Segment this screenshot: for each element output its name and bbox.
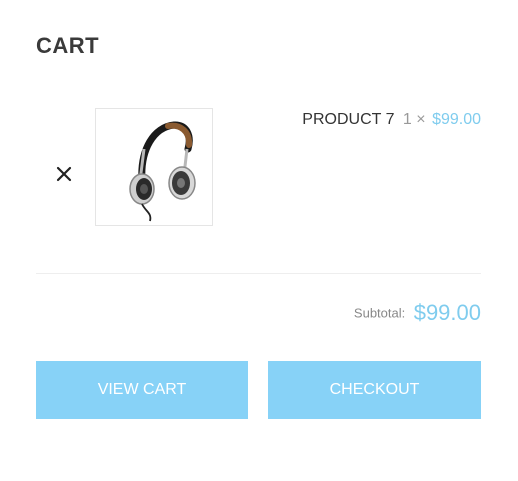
subtotal-label: Subtotal: xyxy=(353,305,406,321)
subtotal: Subtotal: $99.00 xyxy=(354,300,481,326)
close-icon xyxy=(56,166,72,182)
view-cart-button[interactable]: VIEW CART xyxy=(36,361,248,419)
subtotal-value: $99.00 xyxy=(413,300,481,325)
divider xyxy=(36,273,481,274)
product-thumbnail[interactable] xyxy=(95,108,213,226)
headphones-image xyxy=(129,121,196,222)
item-quantity: 1 × xyxy=(402,111,426,128)
item-price: $99.00 xyxy=(432,111,481,128)
checkout-button[interactable]: CHECKOUT xyxy=(268,361,481,419)
cart-title: CART xyxy=(36,33,100,58)
remove-item-button[interactable] xyxy=(53,163,75,185)
item-name[interactable]: PRODUCT 7 xyxy=(302,111,394,128)
cart-item-line: PRODUCT 7 1 × $99.00 xyxy=(302,111,481,129)
